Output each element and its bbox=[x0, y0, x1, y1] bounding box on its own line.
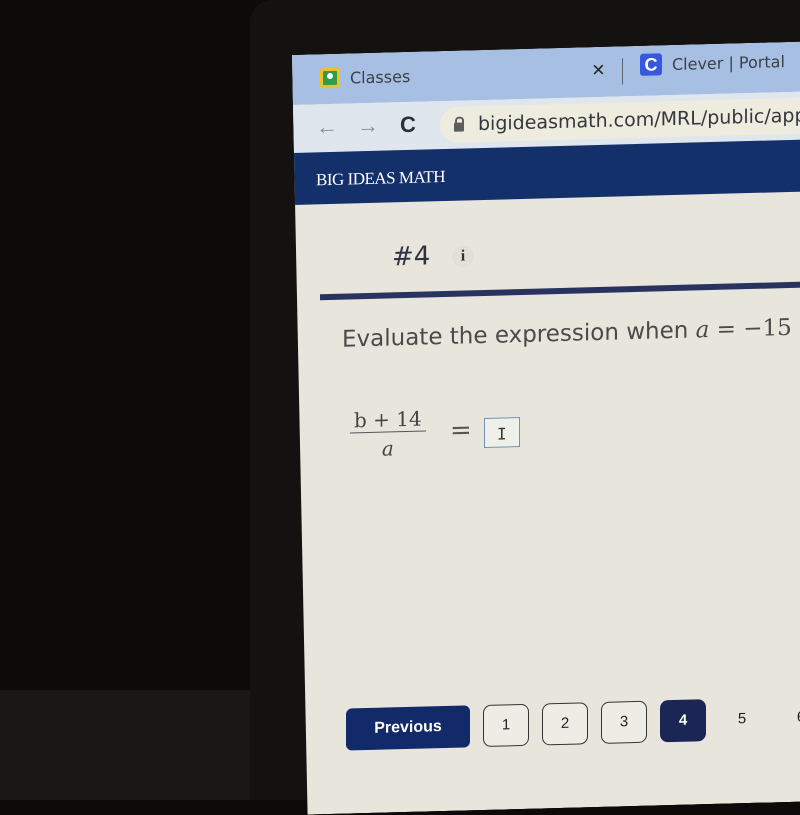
previous-button[interactable]: Previous bbox=[346, 705, 470, 750]
answer-input[interactable]: I bbox=[484, 417, 520, 448]
page-button-2[interactable]: 2 bbox=[542, 702, 588, 745]
tab-title: Clever | Portal bbox=[672, 51, 785, 74]
pagination: Previous 1 2 3 4 5 6 bbox=[346, 696, 800, 751]
browser-window: Classes × C Clever | Portal ← → C bigide… bbox=[292, 41, 800, 815]
question-number: #4 bbox=[392, 241, 431, 273]
tab-classes[interactable]: Classes bbox=[320, 66, 410, 88]
divider bbox=[320, 281, 800, 300]
text-cursor-icon: I bbox=[497, 424, 507, 444]
page-button-4-current[interactable]: 4 bbox=[660, 699, 706, 742]
reload-icon[interactable]: C bbox=[400, 112, 416, 138]
brand-logo[interactable]: BIG IDEAS MATH bbox=[316, 167, 445, 190]
prompt-variable: a bbox=[695, 317, 710, 344]
prompt-value: = −15 bbox=[709, 314, 792, 344]
back-arrow-icon[interactable]: ← bbox=[316, 114, 338, 141]
page-button-3[interactable]: 3 bbox=[601, 701, 647, 744]
info-icon[interactable]: i bbox=[452, 245, 474, 268]
lock-icon[interactable] bbox=[454, 122, 464, 131]
clever-icon: C bbox=[640, 53, 662, 76]
url-text[interactable]: bigideasmath.com/MRL/public/app/#/ bbox=[478, 104, 800, 135]
forward-arrow-icon[interactable]: → bbox=[357, 113, 379, 140]
page-button-1[interactable]: 1 bbox=[483, 704, 529, 747]
tab-title: Classes bbox=[350, 66, 411, 87]
prompt-text: Evaluate the expression when bbox=[342, 317, 696, 353]
expression-fraction: b + 14 a bbox=[350, 406, 426, 461]
page-button-5[interactable]: 5 bbox=[719, 698, 765, 741]
page-button-6[interactable]: 6 bbox=[778, 696, 800, 739]
denominator: a bbox=[381, 436, 394, 461]
address-bar[interactable]: bigideasmath.com/MRL/public/app/#/ bbox=[440, 96, 800, 143]
numerator: b + 14 bbox=[350, 406, 426, 433]
equals-sign: = bbox=[450, 415, 472, 446]
tab-separator bbox=[622, 58, 623, 84]
close-tab-icon[interactable]: × bbox=[592, 57, 605, 83]
google-classroom-icon bbox=[320, 68, 340, 89]
tab-clever-portal[interactable]: C Clever | Portal bbox=[640, 50, 785, 76]
question-prompt: Evaluate the expression when a = −15 bbox=[342, 315, 792, 353]
